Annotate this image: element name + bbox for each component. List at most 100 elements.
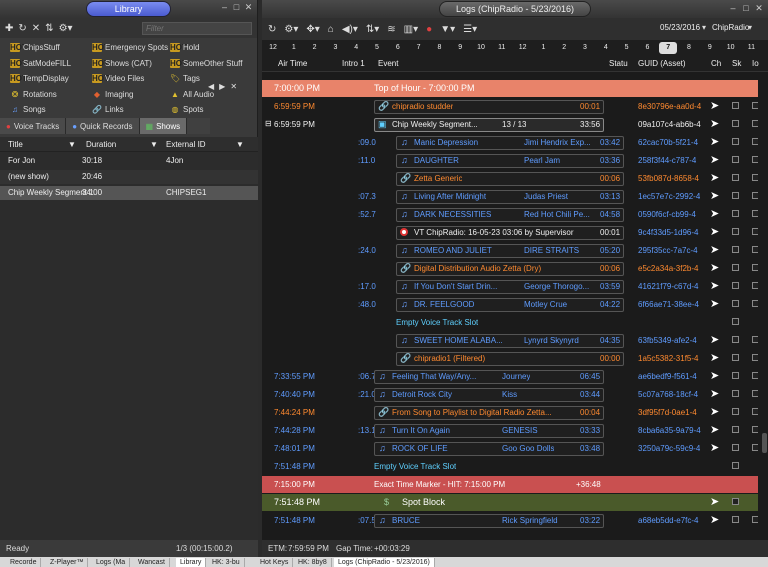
category-emergency-spots[interactable]: HOT Emergency Spots <box>92 40 168 55</box>
send-arrow-icon[interactable]: ➤ <box>710 514 719 526</box>
col-external-id[interactable]: External ID <box>166 140 206 149</box>
skip-checkbox[interactable] <box>732 228 739 235</box>
hour-button[interactable]: 7 <box>659 42 678 54</box>
skip-checkbox[interactable] <box>732 318 739 325</box>
log-row[interactable]: 7:51:48 PM $ Spot Block ➤ <box>262 494 758 511</box>
skip-checkbox[interactable] <box>732 282 739 289</box>
table-row[interactable]: (new show) 20:46 <box>0 170 258 184</box>
category-rotations[interactable]: ❂ Rotations <box>10 87 57 102</box>
skip-checkbox[interactable] <box>732 102 739 109</box>
category-someother-stuff[interactable]: HOT SomeOther Stuff <box>170 56 242 71</box>
sort-icon[interactable]: ⇅ <box>45 23 53 34</box>
nav-close-icon[interactable]: ✕ <box>230 82 237 91</box>
options-icon[interactable]: ⚙▾ <box>59 23 73 34</box>
col-title[interactable]: Title <box>8 140 23 149</box>
log-row[interactable]: 7:44:24 PM 🔗 From Song to Playlist to Digi… <box>262 404 758 421</box>
skip-checkbox[interactable] <box>732 264 739 271</box>
skip-checkbox[interactable] <box>732 246 739 253</box>
log-date-select[interactable]: 05/23/2016 <box>660 23 700 32</box>
hour-button[interactable]: 3 <box>326 42 344 54</box>
table-row[interactable]: For Jon 30:18 4Jon <box>0 154 258 168</box>
log-row[interactable]: 🔗 Digital Distribution Audio Zetta (Dry) 0… <box>262 260 758 277</box>
taskbar-tab[interactable]: HK: 8by8 <box>294 558 332 567</box>
io-checkbox[interactable] <box>752 102 758 109</box>
hour-button[interactable]: 12 <box>264 42 282 54</box>
io-checkbox[interactable] <box>752 174 758 181</box>
station-select[interactable]: ChipRadio <box>712 23 749 32</box>
hour-button[interactable]: 10 <box>722 42 740 54</box>
nav-left-icon[interactable]: ◀ <box>208 82 214 91</box>
skip-checkbox[interactable] <box>732 210 739 217</box>
close-icon[interactable]: ✕ <box>754 3 764 14</box>
io-checkbox[interactable] <box>752 156 758 163</box>
skip-checkbox[interactable] <box>732 390 739 397</box>
maximize-icon[interactable]: □ <box>741 3 751 14</box>
hour-button[interactable]: 11 <box>742 42 760 54</box>
io-checkbox[interactable] <box>752 210 758 217</box>
send-arrow-icon[interactable]: ➤ <box>710 154 719 166</box>
send-arrow-icon[interactable]: ➤ <box>710 496 719 508</box>
send-arrow-icon[interactable]: ➤ <box>710 298 719 310</box>
hour-button[interactable]: 11 <box>493 42 511 54</box>
col-ch[interactable]: Ch <box>711 59 721 68</box>
skip-checkbox[interactable] <box>732 300 739 307</box>
io-checkbox[interactable] <box>752 426 758 433</box>
gear-icon[interactable]: ⚙▾ <box>284 24 298 35</box>
col-intro[interactable]: Intro 1 <box>342 59 365 68</box>
collapse-icon[interactable]: ⊟ <box>265 119 272 128</box>
col-sk[interactable]: Sk <box>732 59 741 68</box>
skip-checkbox[interactable] <box>732 336 739 343</box>
log-row[interactable]: :09.0 ♫ Manic Depression Jimi Hendrix Exp..… <box>262 134 758 151</box>
taskbar-tab[interactable]: Z-Player™ <box>46 558 89 567</box>
send-arrow-icon[interactable]: ➤ <box>710 100 719 112</box>
delete-icon[interactable]: ✕ <box>32 23 40 34</box>
send-arrow-icon[interactable]: ➤ <box>710 262 719 274</box>
log-row[interactable]: :11.0 ♫ DAUGHTER Pearl Jam 03:36 258f3f44-c78… <box>262 152 758 169</box>
io-checkbox[interactable] <box>752 300 758 307</box>
io-checkbox[interactable] <box>752 120 758 127</box>
taskbar-tab[interactable]: Logs (Ma <box>92 558 131 567</box>
list-icon[interactable]: ☰▾ <box>463 24 477 35</box>
filter-funnel-icon[interactable]: ▼ <box>236 140 244 149</box>
scrollbar-thumb[interactable] <box>762 433 767 453</box>
send-arrow-icon[interactable]: ➤ <box>710 424 719 436</box>
log-row[interactable]: 7:48:01 PM ♫ ROCK OF LIFE Goo Goo Dolls 03:4… <box>262 440 758 457</box>
vertical-scrollbar[interactable] <box>760 78 768 540</box>
io-checkbox[interactable] <box>752 264 758 271</box>
taskbar-tab[interactable]: Library <box>176 558 207 567</box>
category-links[interactable]: 🔗 Links <box>92 102 124 117</box>
log-row[interactable]: :07.3 ♫ Living After Midnight Judas Priest 0… <box>262 188 758 205</box>
hour-button[interactable]: 2 <box>555 42 573 54</box>
add-icon[interactable]: ✚ <box>5 23 13 34</box>
category-spots[interactable]: ◍ Spots <box>170 102 204 117</box>
skip-checkbox[interactable] <box>732 174 739 181</box>
col-status[interactable]: Statu <box>609 59 628 68</box>
hour-button[interactable]: 12 <box>514 42 532 54</box>
log-row[interactable]: ♫ SWEET HOME ALABA... Lynyrd Skynyrd 04:35 6… <box>262 332 758 349</box>
category-imaging[interactable]: ◆ Imaging <box>92 87 134 102</box>
skip-checkbox[interactable] <box>732 408 739 415</box>
category-chipsstuff[interactable]: HOT ChipsStuff <box>10 40 60 55</box>
home-icon[interactable]: ⌂ <box>328 24 334 35</box>
log-row[interactable]: 7:33:55 PM:06.7 ♫ Feeling That Way/Any... J… <box>262 368 758 385</box>
io-checkbox[interactable] <box>752 192 758 199</box>
io-checkbox[interactable] <box>752 408 758 415</box>
skip-checkbox[interactable] <box>732 372 739 379</box>
io-checkbox[interactable] <box>752 336 758 343</box>
hour-button[interactable]: 4 <box>347 42 365 54</box>
log-row[interactable]: VT ChipRadio: 16-05-23 03:06 by Supervis… <box>262 224 758 241</box>
minimize-icon[interactable]: – <box>728 3 738 14</box>
volume-icon[interactable]: ◀)▾ <box>342 24 358 35</box>
send-arrow-icon[interactable]: ➤ <box>710 334 719 346</box>
col-air-time[interactable]: Air Time <box>278 59 307 68</box>
hour-button[interactable]: 10 <box>472 42 490 54</box>
chart-icon[interactable]: ▥▾ <box>404 24 418 35</box>
send-arrow-icon[interactable]: ➤ <box>710 406 719 418</box>
tab-quick-records[interactable]: ● Quick Records <box>66 118 140 134</box>
log-row[interactable]: Empty Voice Track Slot <box>262 314 758 331</box>
refresh-icon[interactable]: ↻ <box>18 23 26 34</box>
log-row[interactable]: :17.0 ♫ If You Don't Start Drin... George T… <box>262 278 758 295</box>
skip-checkbox[interactable] <box>732 516 739 523</box>
col-guid[interactable]: GUID (Asset) <box>638 59 686 68</box>
log-row[interactable]: 7:51:48 PM Empty Voice Track Slot <box>262 458 758 475</box>
